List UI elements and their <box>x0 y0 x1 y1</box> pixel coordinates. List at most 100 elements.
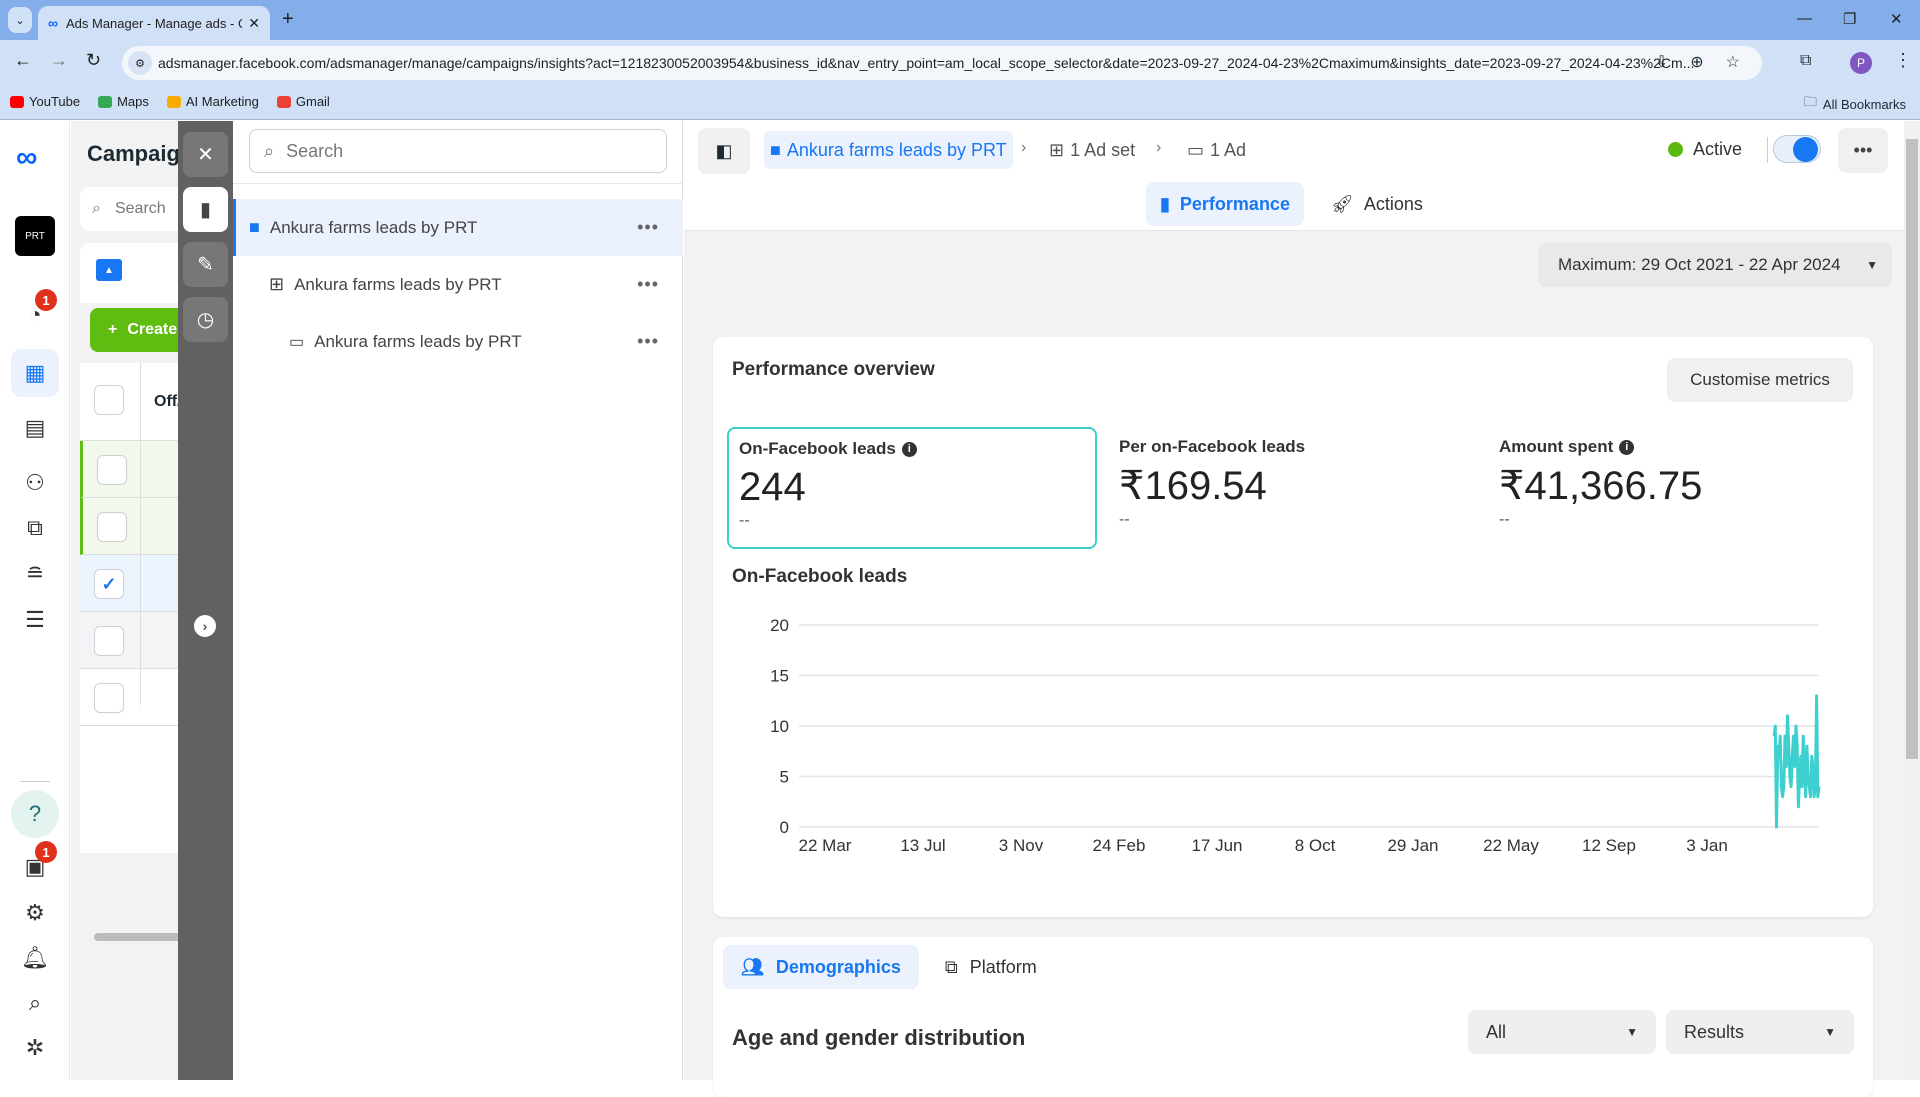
close-panel-icon[interactable]: ✕ <box>183 132 228 177</box>
select-all-checkbox[interactable] <box>94 385 124 415</box>
adset-grid-icon: ⊞ <box>269 274 285 294</box>
table-row[interactable] <box>80 612 190 669</box>
close-tab-icon[interactable]: ✕ <box>248 15 260 32</box>
help-icon[interactable]: ? <box>11 790 59 838</box>
more-options-button[interactable]: ••• <box>1838 128 1888 173</box>
adset-grid-icon: ⊞ <box>1049 139 1065 160</box>
profile-avatar[interactable]: P <box>1850 52 1872 74</box>
campaign-on-off-toggle[interactable] <box>1773 135 1821 163</box>
back-icon[interactable]: ← <box>14 50 32 71</box>
toggle-sidepanel-icon[interactable]: ◧ <box>698 128 750 174</box>
tab-demographics[interactable]: 👥︎ Demographics <box>723 945 919 989</box>
browser-menu-icon[interactable]: ⋮ <box>1894 50 1912 71</box>
close-window-button[interactable]: ✕ <box>1890 10 1903 28</box>
more-options-icon[interactable]: ••• <box>637 274 659 295</box>
tab-performance[interactable]: ▮ Performance <box>1146 182 1304 226</box>
y-tick-label: 20 <box>770 616 789 635</box>
forward-icon[interactable]: → <box>50 50 68 71</box>
metric-cost-per-lead[interactable]: Per on-Facebook leads ₹169.54 -- <box>1109 427 1479 549</box>
bookmark-star-icon[interactable]: ☆ <box>1726 52 1740 72</box>
leads-line-chart[interactable]: 0 5 10 15 20 22 Mar 13 Jul 3 Nov 24 Feb 17 Jun 8 O… <box>713 587 1873 897</box>
new-tab-button[interactable]: + <box>282 8 294 31</box>
zoom-icon[interactable]: ⊕ <box>1690 52 1703 72</box>
bookmark-ai-marketing[interactable]: AI Marketing <box>166 94 259 109</box>
main-content: ◧ ■ Ankura farms leads by PRT › ⊞ 1 Ad set… <box>684 121 1904 1097</box>
performance-chart-icon[interactable]: ▮ <box>183 187 228 232</box>
table-row[interactable] <box>80 441 190 498</box>
settings-gear-icon[interactable]: ⚙ <box>11 889 59 937</box>
horizontal-scrollbar[interactable] <box>94 933 190 941</box>
omnibox-actions: ⇩ ⊕ ☆ <box>1655 52 1740 72</box>
all-bookmarks[interactable]: 🗀 All Bookmarks <box>1804 93 1906 115</box>
audiences-icon[interactable]: ⚇ <box>11 459 59 507</box>
row-checkbox-checked[interactable]: ✓ <box>94 569 124 599</box>
bookmark-maps[interactable]: Maps <box>98 94 149 109</box>
metric-amount-spent[interactable]: Amount spent i ₹41,366.75 -- <box>1489 427 1859 549</box>
install-app-icon[interactable]: ⇩ <box>1655 52 1668 72</box>
address-bar[interactable]: ⚙ adsmanager.facebook.com/adsmanager/man… <box>122 46 1762 80</box>
bookmark-youtube[interactable]: YouTube <box>10 94 80 109</box>
tree-item-campaign[interactable]: ■ Ankura farms leads by PRT ••• <box>233 199 683 256</box>
campaign-folder-icon: ■ <box>249 217 260 237</box>
more-options-icon[interactable]: ••• <box>637 331 659 352</box>
search-icon[interactable]: ⌕ <box>11 979 59 1027</box>
info-icon[interactable]: i <box>1619 439 1635 455</box>
restore-button[interactable]: ❐ <box>1843 10 1856 28</box>
caret-down-icon: ▼ <box>1824 1025 1836 1039</box>
tab-platform[interactable]: ⧉ Platform <box>927 945 1055 989</box>
breadcrumb-campaign[interactable]: ■ Ankura farms leads by PRT <box>764 131 1013 169</box>
notifications-bell-icon[interactable]: 🔔︎ <box>11 934 59 982</box>
create-button[interactable]: + Create <box>90 308 190 352</box>
site-settings-icon[interactable]: ⚙ <box>128 51 152 75</box>
breadcrumb-adset[interactable]: ⊞ 1 Ad set <box>1049 131 1135 169</box>
expand-chevron-icon[interactable]: › <box>194 615 216 637</box>
date-range-selector[interactable]: Maximum: 29 Oct 2021 - 22 Apr 2024 ▼ <box>1538 243 1892 287</box>
meta-logo-icon[interactable]: ∞ <box>16 141 37 175</box>
billing-icon[interactable]: ≘ <box>11 550 59 598</box>
breadcrumb-ad[interactable]: ▭ 1 Ad <box>1187 131 1246 169</box>
info-icon[interactable]: i <box>901 441 917 457</box>
tree-search-input[interactable]: ⌕ Search <box>249 129 667 173</box>
tab-actions[interactable]: 🚀︎ Actions <box>1317 182 1437 226</box>
campaigns-level-tab[interactable]: ▲ <box>80 243 190 303</box>
tab-search-button[interactable]: ⌄ <box>8 7 32 33</box>
tree-item-ad[interactable]: ▭ Ankura farms leads by PRT ••• <box>233 313 683 370</box>
reports-icon[interactable]: ▤ <box>11 404 59 452</box>
select-value: All <box>1486 1021 1507 1042</box>
bookmark-gmail[interactable]: Gmail <box>276 94 330 109</box>
extensions-icon[interactable]: ⧉ <box>1800 52 1811 70</box>
campaign-search-input[interactable]: ⌕ Search <box>80 187 190 231</box>
vertical-scrollbar[interactable] <box>1904 121 1920 1080</box>
y-tick-label: 5 <box>780 768 789 787</box>
row-checkbox[interactable] <box>94 683 124 713</box>
row-checkbox[interactable] <box>97 512 127 542</box>
row-checkbox[interactable] <box>97 455 127 485</box>
browser-tab[interactable]: ∞ Ads Manager - Manage ads - C ✕ <box>38 6 270 40</box>
table-row[interactable] <box>80 669 190 726</box>
edit-pencil-icon[interactable]: ✎ <box>183 242 228 287</box>
customise-metrics-button[interactable]: Customise metrics <box>1667 358 1853 402</box>
metric-select[interactable]: Results ▼ <box>1666 1010 1854 1054</box>
metric-value: ₹169.54 <box>1119 464 1267 508</box>
scrollbar-thumb[interactable] <box>1906 139 1918 759</box>
bug-report-icon[interactable]: ✲ <box>11 1024 59 1072</box>
row-checkbox[interactable] <box>94 626 124 656</box>
all-tools-menu-icon[interactable]: ☰ <box>11 596 59 644</box>
history-clock-icon[interactable]: ◷ <box>183 297 228 342</box>
table-row[interactable] <box>80 498 190 555</box>
gender-filter-select[interactable]: All ▼ <box>1468 1010 1656 1054</box>
creative-hub-icon[interactable]: ⧉ <box>11 504 59 552</box>
minimize-button[interactable]: — <box>1797 10 1812 27</box>
account-overview-icon[interactable]: ◔ 1 <box>11 289 59 339</box>
metric-leads[interactable]: On-Facebook leads i 244 -- <box>727 427 1097 549</box>
reload-icon[interactable]: ↻ <box>86 50 101 71</box>
news-badge: 1 <box>35 841 57 863</box>
tree-item-adset[interactable]: ⊞ Ankura farms leads by PRT ••• <box>233 256 683 313</box>
news-icon[interactable]: ▣ 1 <box>11 841 59 891</box>
more-options-icon[interactable]: ••• <box>637 217 659 238</box>
campaigns-icon[interactable]: ▦ <box>11 349 59 397</box>
account-avatar[interactable]: PRT <box>15 216 55 256</box>
table-row[interactable]: ✓ <box>80 555 190 612</box>
maps-icon <box>98 95 113 108</box>
x-tick-label: 17 Jun <box>1191 836 1242 855</box>
